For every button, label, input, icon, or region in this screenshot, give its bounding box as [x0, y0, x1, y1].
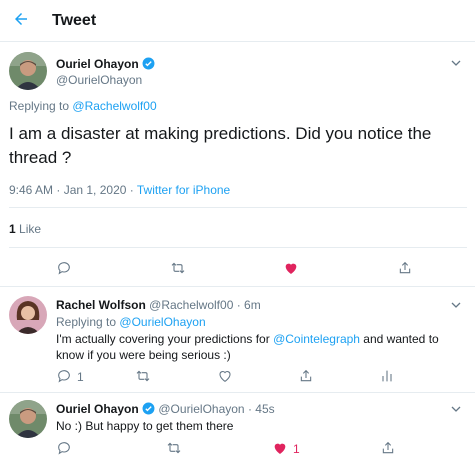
reply-age[interactable]: · 45s — [245, 402, 275, 416]
avatar[interactable] — [9, 400, 47, 438]
header-divider — [0, 41, 475, 42]
share-icon[interactable] — [380, 440, 396, 456]
author-name[interactable]: Ouriel Ohayon — [56, 57, 139, 71]
verified-badge-icon — [142, 402, 155, 415]
avatar[interactable] — [9, 296, 47, 334]
author-handle[interactable]: @Rachelwolf00 — [149, 298, 233, 312]
avatar[interactable] — [9, 52, 47, 90]
reply-icon[interactable] — [56, 260, 72, 276]
divider — [0, 286, 475, 287]
reply-icon[interactable] — [56, 368, 72, 384]
reply-text-part: I'm actually covering your predictions f… — [56, 332, 274, 346]
likes-summary[interactable]: 1 Like — [9, 222, 41, 236]
mention-link[interactable]: @Cointelegraph — [273, 332, 360, 346]
likes-count: 1 — [9, 222, 16, 236]
reply-age[interactable]: · 6m — [233, 298, 261, 312]
author-handle[interactable]: @OurielOhayon — [158, 402, 244, 416]
share-icon[interactable] — [298, 368, 314, 384]
retweet-icon[interactable] — [170, 260, 186, 276]
retweet-icon[interactable] — [166, 440, 182, 456]
tweet-timestamp[interactable]: 9:46 AM · Jan 1, 2020 · — [9, 183, 137, 197]
replying-to-label: Replying to — [9, 99, 70, 113]
divider — [9, 247, 467, 248]
replying-to-handle[interactable]: @OurielOhayon — [119, 315, 205, 329]
retweet-icon[interactable] — [135, 368, 151, 384]
reply-icon[interactable] — [56, 440, 72, 456]
like-icon-filled[interactable] — [283, 260, 299, 276]
reply-text: I'm actually covering your predictions f… — [56, 331, 466, 363]
tweet-text: I am a disaster at making predictions. D… — [9, 124, 432, 167]
back-arrow-icon[interactable] — [12, 10, 30, 28]
like-icon-filled[interactable] — [272, 440, 288, 456]
divider — [9, 207, 467, 208]
like-count: 1 — [293, 442, 300, 456]
author-name[interactable]: Rachel Wolfson — [56, 298, 146, 312]
share-icon[interactable] — [397, 260, 413, 276]
like-icon[interactable] — [217, 368, 233, 384]
reply-count: 1 — [77, 370, 84, 384]
analytics-icon[interactable] — [379, 368, 395, 384]
verified-badge-icon — [142, 57, 155, 70]
likes-label: Like — [15, 222, 42, 236]
chevron-down-icon[interactable] — [451, 58, 461, 68]
author-handle[interactable]: @OurielOhayon — [56, 73, 142, 87]
chevron-down-icon[interactable] — [451, 404, 461, 414]
replying-to-handle[interactable]: @Rachelwolf00 — [72, 99, 156, 113]
author-name[interactable]: Ouriel Ohayon — [56, 402, 139, 416]
chevron-down-icon[interactable] — [451, 300, 461, 310]
tweet-source[interactable]: Twitter for iPhone — [137, 183, 230, 197]
reply-text: No :) But happy to get them there — [56, 419, 234, 433]
replying-to-label: Replying to — [56, 315, 117, 329]
divider — [0, 392, 475, 393]
page-title: Tweet — [52, 12, 97, 29]
